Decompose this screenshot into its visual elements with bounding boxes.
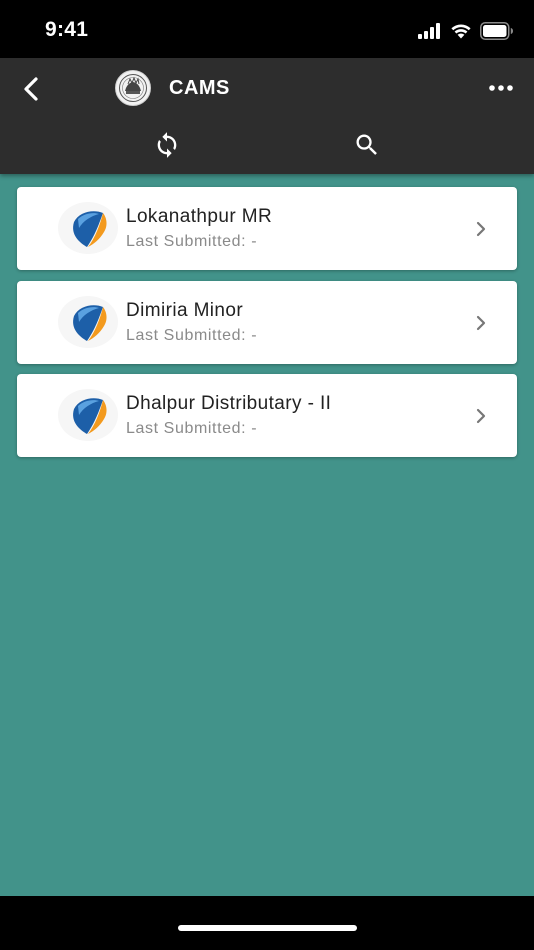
app-title: CAMS — [169, 77, 230, 99]
list-item[interactable]: Lokanathpur MR Last Submitted: - — [17, 187, 517, 270]
more-horizontal-icon — [489, 85, 513, 91]
status-time: 9:41 — [45, 18, 89, 41]
last-submitted: Last Submitted: - — [126, 327, 258, 344]
home-indicator[interactable] — [178, 925, 357, 931]
app-bar: CAMS — [0, 58, 534, 174]
odisha-emblem-icon — [115, 70, 151, 106]
canal-name: Lokanathpur MR — [126, 206, 273, 227]
list-item[interactable]: Dimiria Minor Last Submitted: - — [17, 281, 517, 364]
sync-button[interactable] — [152, 130, 182, 160]
back-button[interactable] — [14, 72, 48, 106]
cams-logo-icon — [58, 296, 118, 348]
search-button[interactable] — [352, 130, 382, 160]
home-area — [0, 896, 534, 950]
cams-logo-icon — [58, 202, 118, 254]
search-icon — [356, 134, 377, 155]
last-submitted: Last Submitted: - — [126, 420, 258, 437]
last-submitted: Last Submitted: - — [126, 233, 258, 250]
chevron-right-icon — [476, 408, 486, 424]
chevron-left-icon — [24, 77, 38, 101]
status-bar: 9:41 — [0, 0, 534, 58]
status-icons — [418, 22, 514, 40]
sync-icon — [157, 132, 177, 158]
cams-logo-icon — [58, 389, 118, 441]
list-item[interactable]: Dhalpur Distributary - II Last Submitted… — [17, 374, 517, 457]
wifi-icon — [451, 24, 471, 39]
canal-name: Dimiria Minor — [126, 300, 244, 321]
canal-name: Dhalpur Distributary - II — [126, 393, 332, 414]
canal-list: Lokanathpur MR Last Submitted: - Dimiria… — [0, 174, 534, 896]
signal-icon — [418, 23, 440, 39]
chevron-right-icon — [476, 315, 486, 331]
chevron-right-icon — [476, 221, 486, 237]
battery-icon — [480, 22, 513, 40]
more-options-button[interactable] — [486, 76, 516, 100]
